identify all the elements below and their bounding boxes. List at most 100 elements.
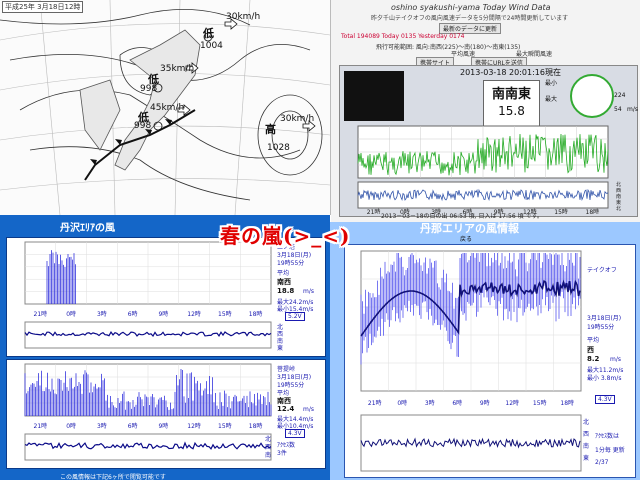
speed-value: 15.8 [498,104,525,118]
yakushima-title: oshino syakushi-yama Today Wind Data [391,3,551,12]
tanna-avg-label: 平均 [587,337,600,344]
high-wind: 30km/h [280,114,315,124]
tanzawa-title: 丹沢ｴﾘｱの風 [60,223,115,234]
back-link[interactable]: 戻る [460,234,472,243]
tanna-direction: 西 [587,346,594,354]
station2-unit: m/s [303,406,314,413]
direction-label: 南 [616,193,621,200]
x-tick-label: 6時 [452,399,462,407]
direction-label: 北 [616,205,621,212]
high-label: 高 [265,123,276,136]
x-tick-label: 15時 [218,422,232,430]
direction-label: 北 [616,181,621,188]
x-tick-label: 15時 [218,310,232,318]
japan-land [114,29,201,171]
headline: 春の嵐(>_<) [220,224,351,248]
x-tick-label: 18時 [249,422,263,430]
yakushima-timestamp: 2013-03-18 20:01:16現在 [460,68,561,77]
x-tick-label: 6時 [128,310,138,318]
tanna-access-label: ｱｸｾｽ数は [595,433,620,440]
gust-value: 54 [614,106,622,113]
x-tick-label: 18時 [249,310,263,318]
direction-value: 南南東 [491,87,531,102]
station2-speed: 12.4 [277,405,295,413]
x-tick-label: 18時 [586,208,600,214]
tanna-dir-2: 南 [583,443,590,450]
max-value: 224 [614,92,626,99]
tanna-unit: m/s [610,356,621,363]
station-card-1: 21時 0時 3時 6時 9時 12時 15時 18時 三ノ塔 3月18日(月) 19時55分… [6,237,326,357]
low-wind-2: 35km/h [160,64,195,74]
tanna-time: 19時55分 [587,324,615,331]
station1-speed: 18.8 [277,287,295,295]
low-wind-1: 30km/h [226,12,261,22]
station2-graph: 21時 0時 3時 6時 9時 12時 15時 18時 [24,363,272,461]
label-max: 最大 [545,96,558,103]
tanna-min: 最小 3.8m/s [587,375,622,382]
tanna-graph: 21時 0時 3時 6時 9時 12時 15時 18時 [360,250,582,472]
yakushima-subtitle: 昨夕千山テイクオフの風向風速データを5分間隔で24時間更新しています [371,15,569,22]
x-tick-label: 3時 [97,422,107,430]
x-tick-label: 21時 [367,208,381,214]
x-tick-label: 0時 [66,422,76,430]
tanna-battery: 4.3V [595,395,615,404]
x-tick-label: 9時 [158,422,168,430]
x-tick-label: 21時 [34,422,48,430]
tanna-date: 3月18日(月) [587,315,622,322]
low-pressure-2: 998 [140,84,158,94]
x-tick-label: 12時 [187,310,201,318]
x-tick-label: 15時 [554,208,568,214]
station2-dir-2: 南 [265,452,272,459]
x-tick-label: 18時 [560,399,574,407]
low-label-1: 低 [203,27,214,40]
unit-label: m/s [627,106,638,113]
x-tick-label: 12時 [505,399,519,407]
flight-line: 飛行可能範囲: 風向:南西(225)～南(180)～南東(135) [376,44,521,51]
map-date: 平成25年 3月18日12時 [2,1,84,13]
yakushima-wind-page: oshino syakushi-yama Today Wind Data 昨夕千… [331,0,640,222]
tanna-update-note: 1分毎 更新 [595,447,625,454]
x-tick-label: 15時 [533,399,547,407]
station1-avg-label: 平均 [277,270,290,277]
station1-unit: m/s [303,288,314,295]
label-min: 最小 [545,80,558,87]
high-pressure: 1028 [267,143,290,153]
yakushima-graph: 21時 0時 3時 6時 9時 12時 15時 18時 北西南東北 [357,125,621,214]
low-wind-3: 45km/h [150,103,185,113]
station-card-2: 21時 0時 3時 6時 9時 12時 15時 18時 菩提峠 3月18日(月) 19時55分… [6,359,326,469]
weather-map: 平成25年 3月18日12時 低 1004 30km/h 低 998 35km/… [0,0,331,215]
low-pressure-1: 1004 [200,41,223,51]
yakushima-panel: 2013-03-18 20:01:16現在 南南東 15.8 最小 最大 224… [339,65,638,217]
stats-line: Total 194089 Today 0135 Yesterday 0174 [341,33,465,40]
x-tick-label: 0時 [66,310,76,318]
station1-graph: 21時 0時 3時 6時 9時 12時 15時 18時 [24,241,272,349]
station1-time: 19時55分 [277,260,305,267]
tanna-access-value: 2/37 [595,459,609,466]
tanna-dir-0: 北 [583,419,590,426]
x-tick-label: 21時 [368,399,382,407]
tanzawa-footer: この風情報は下記6ヶ所で閲覧可能です [60,474,166,480]
tanna-panel: 丹那エリアの風情報 戻る 21時 0時 3時 6時 9時 12時 15時 18時 テイクオフ … [330,222,640,480]
direction-label: 東 [616,199,621,206]
x-tick-label: 3時 [425,399,435,407]
x-tick-label: 9時 [158,310,168,318]
yakushima-footer: 2013－03－18の日の出 06:53 頃, 日入は 17:56 頃 です。 [381,213,543,220]
station2-access-value: 3件 [277,450,287,457]
tanzawa-panel: 丹沢ｴﾘｱの風 21時 0時 3時 6時 9時 12時 15時 18時 三ノ塔 3月18日(月… [0,215,330,480]
x-tick-label: 21時 [34,310,48,318]
x-tick-label: 6時 [128,422,138,430]
x-tick-label: 12時 [187,422,201,430]
status-box [344,71,404,121]
tanna-dir-1: 西 [583,431,590,438]
tanna-station: テイクオフ [587,267,617,274]
station2-battery: 4.3V [285,429,305,438]
direction-gauge [570,74,614,118]
x-tick-label: 0時 [397,399,407,407]
x-tick-label: 3時 [97,310,107,318]
station1-battery: 5.2V [285,312,305,321]
tanna-dir-3: 東 [583,455,590,462]
direction-box: 南南東 15.8 [483,80,540,127]
low-pressure-3: 998 [134,121,152,131]
x-tick-label: 9時 [480,399,490,407]
station1-direction: 南西 [277,278,291,286]
